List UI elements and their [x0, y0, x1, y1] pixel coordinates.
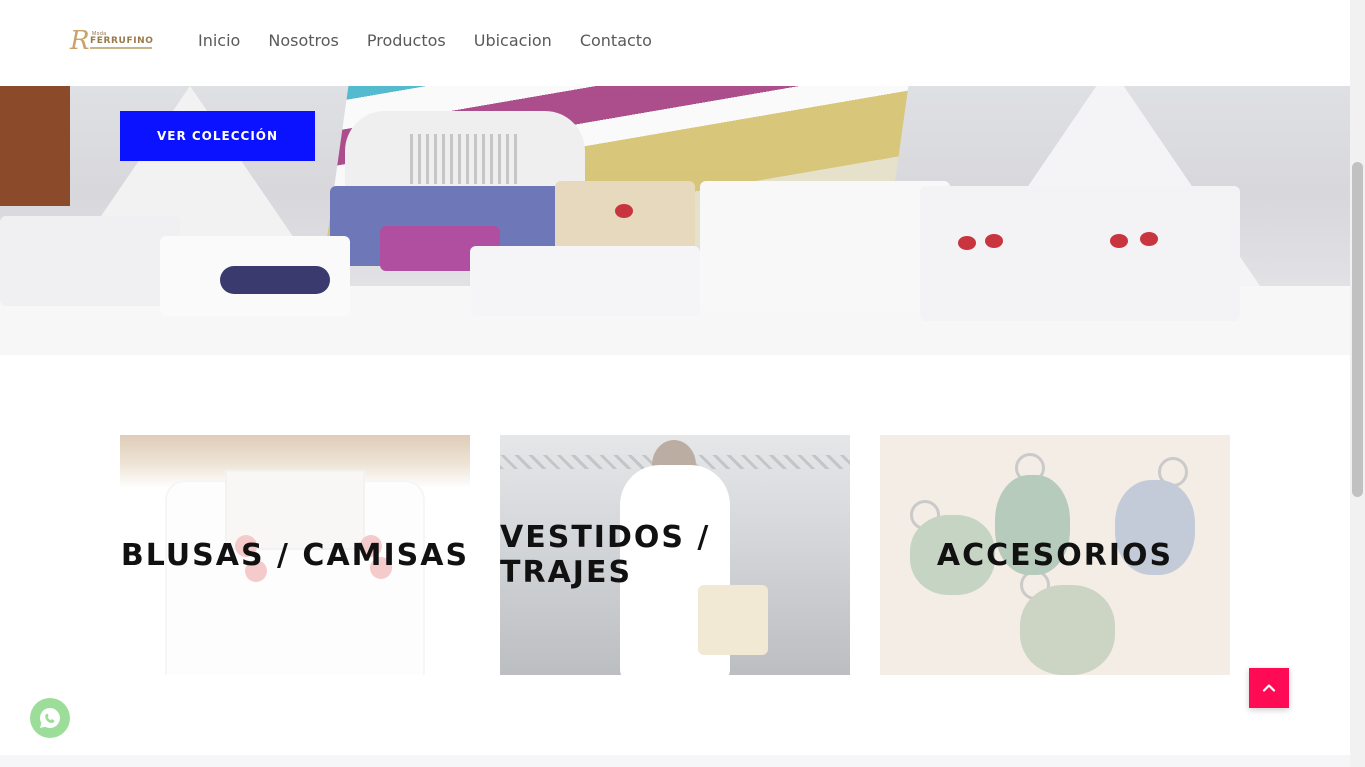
whatsapp-icon [40, 708, 60, 728]
ver-coleccion-button[interactable]: VER COLECCIÓN [120, 111, 315, 161]
site-header: R Moda FERRUFINO Inicio Nosotros Product… [0, 0, 1350, 86]
hero-garment [0, 216, 180, 306]
back-to-top-button[interactable] [1249, 668, 1289, 708]
page-scrollbar[interactable] [1350, 0, 1365, 767]
nav-nosotros[interactable]: Nosotros [268, 30, 339, 52]
hero-flower [958, 236, 976, 250]
logo-monogram: R [70, 26, 90, 56]
hero-flower [1140, 232, 1158, 246]
scrollbar-thumb[interactable] [1352, 162, 1363, 497]
category-card-vestidos[interactable]: VESTIDOS / TRAJES [500, 435, 850, 675]
logo-name: FERRUFINO [90, 36, 154, 46]
whatsapp-button[interactable] [30, 698, 70, 738]
chevron-up-icon [1262, 684, 1276, 692]
hero-flower [615, 204, 633, 218]
hero-chair-grid [410, 134, 520, 184]
category-card-accesorios[interactable]: ACCESORIOS [880, 435, 1230, 675]
category-title: VESTIDOS / TRAJES [500, 520, 711, 590]
hero-flower [985, 234, 1003, 248]
category-card-blusas[interactable]: BLUSAS / CAMISAS [120, 435, 470, 675]
hero-flower [1110, 234, 1128, 248]
category-title: BLUSAS / CAMISAS [120, 537, 470, 573]
nav-contacto[interactable]: Contacto [580, 30, 652, 52]
brand-logo[interactable]: R Moda FERRUFINO [70, 27, 154, 55]
hero-garment [470, 246, 700, 316]
nav-ubicacion[interactable]: Ubicacion [474, 30, 552, 52]
hero-garment [920, 186, 1240, 321]
logo-underline [90, 47, 152, 49]
hero-garment [220, 266, 330, 294]
category-title: ACCESORIOS [936, 537, 1174, 573]
nav-inicio[interactable]: Inicio [198, 30, 240, 52]
nav-productos[interactable]: Productos [367, 30, 446, 52]
hero-garment [700, 181, 950, 311]
next-section-edge [0, 755, 1350, 767]
hero-garment [555, 181, 695, 256]
main-nav: Inicio Nosotros Productos Ubicacion Cont… [198, 30, 680, 52]
